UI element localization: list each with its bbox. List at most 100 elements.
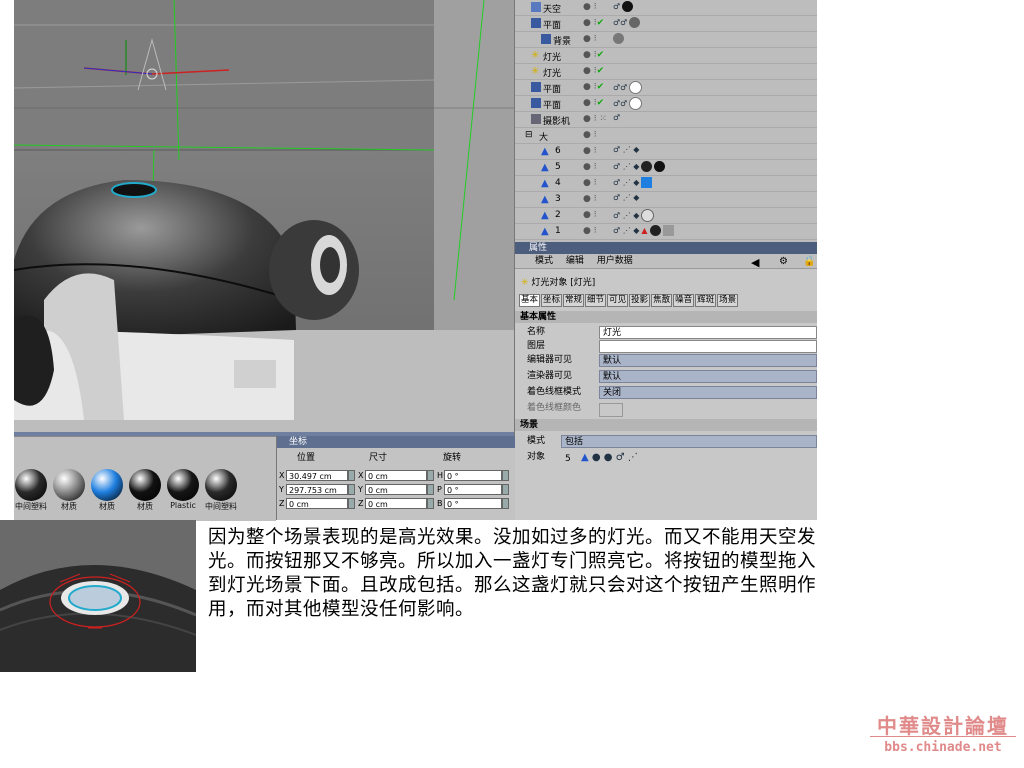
visibility-dots[interactable]: ● ⁝ <box>583 2 597 12</box>
object-list[interactable]: ▲ ● ● ♂ ⋰ <box>581 452 638 463</box>
size-x-field[interactable]: 0 cm <box>365 470 427 481</box>
object-row[interactable]: ✳ 灯光 ● ⁝✔ <box>515 48 817 64</box>
object-row[interactable]: ▲ 1 ● ⁝ ♂ ⋰ ◆ ▲ <box>515 224 817 240</box>
rotation-p-field[interactable]: 0 ° <box>444 484 502 495</box>
back-arrow-icon[interactable]: ◀ <box>751 256 759 269</box>
section-scene: 场景 <box>515 419 817 431</box>
object-name: 平面 <box>543 85 562 95</box>
object-row[interactable]: 背景 ● ⁝ <box>515 32 817 48</box>
attribute-manager[interactable]: 属性 模式 编辑 用户数据 ◀ ⚙ 🔒 ✳ 灯光对象 [灯光] 基本 坐标 常规 细节… <box>514 242 817 520</box>
object-row[interactable]: ✳ 灯光 ● ⁝✔ <box>515 64 817 80</box>
size-z-field[interactable]: 0 cm <box>365 498 427 509</box>
header-size: 尺寸 <box>369 453 388 463</box>
menu-mode[interactable]: 模式 <box>535 256 553 266</box>
attribute-menu: 模式 编辑 用户数据 <box>515 254 817 269</box>
tab-details[interactable]: 细节 <box>585 294 607 307</box>
size-y-field[interactable]: 0 cm <box>365 484 427 495</box>
object-row[interactable]: ▲ 5 ● ⁝ ♂ ⋰ ◆ <box>515 160 817 176</box>
polygon-icon: ▲ <box>541 146 549 157</box>
visibility-dots[interactable]: ● ⁝✔ <box>583 18 604 28</box>
object-row[interactable]: 摄影机 ● ⁝ ⁙ ♂ <box>515 112 817 128</box>
visibility-dots[interactable]: ● ⁝✔ <box>583 66 604 76</box>
visibility-dots[interactable]: ● ⁝ <box>583 130 597 140</box>
material-item[interactable]: 材质 <box>90 469 124 515</box>
object-name: 平面 <box>543 21 562 31</box>
visibility-dots[interactable]: ● ⁝ <box>583 34 597 44</box>
object-row[interactable]: 平面 ● ⁝✔ ♂♂ <box>515 80 817 96</box>
material-item[interactable]: 中间塑料 <box>14 469 48 515</box>
position-z-stepper[interactable] <box>348 498 355 509</box>
object-row[interactable]: 平面 ● ⁝✔ ♂♂ <box>515 96 817 112</box>
wireframe-color-swatch[interactable] <box>599 403 623 417</box>
rotation-h-field[interactable]: 0 ° <box>444 470 502 481</box>
tab-general[interactable]: 常规 <box>563 294 585 307</box>
position-x-stepper[interactable] <box>348 470 355 481</box>
visibility-dots[interactable]: ● ⁝ <box>583 194 597 204</box>
position-z-field[interactable]: 0 cm <box>286 498 348 509</box>
visibility-dots[interactable]: ● ⁝ <box>583 210 597 220</box>
position-x-field[interactable]: 30.497 cm <box>286 470 348 481</box>
material-manager[interactable]: 中间塑料 材质 材质 材质 Plastic 中间塑料 <box>14 436 276 521</box>
size-x-stepper[interactable] <box>427 470 434 481</box>
settings-icon[interactable]: ⚙ <box>779 256 788 267</box>
object-row[interactable]: ▲ 3 ● ⁝ ♂ ⋰ ◆ <box>515 192 817 208</box>
rotation-b-stepper[interactable] <box>502 498 509 509</box>
field-label-wireframe-color: 着色线框颜色 <box>527 403 582 413</box>
mode-dropdown[interactable]: 包括 <box>561 435 817 448</box>
object-manager[interactable]: 天空 ● ⁝ ♂ 平面 ● ⁝✔ ♂♂ 背景 ● ⁝ ✳ 灯光 ● ⁝✔ ✳ 灯… <box>514 0 817 242</box>
tab-caustics[interactable]: 焦散 <box>651 294 673 307</box>
visibility-dots[interactable]: ● ⁝ <box>583 226 597 236</box>
rotation-p-stepper[interactable] <box>502 484 509 495</box>
tab-scene[interactable]: 场景 <box>717 294 739 307</box>
position-y-stepper[interactable] <box>348 484 355 495</box>
object-row[interactable]: 平面 ● ⁝✔ ♂♂ <box>515 16 817 32</box>
object-row[interactable]: 天空 ● ⁝ ♂ <box>515 0 817 16</box>
rotation-b-field[interactable]: 0 ° <box>444 498 502 509</box>
material-item[interactable]: 材质 <box>52 469 86 515</box>
material-item[interactable]: 材质 <box>128 469 162 515</box>
text-line: 光。而按钮那又不够亮。所以加入一盏灯专门照亮它。将按钮的模型拖入 <box>208 551 817 572</box>
name-field[interactable]: 灯光 <box>599 326 817 339</box>
object-type-label: 灯光对象 [灯光] <box>531 278 596 288</box>
material-item[interactable]: 中间塑料 <box>204 469 238 515</box>
3d-viewport[interactable] <box>14 0 514 432</box>
object-row[interactable]: ▲ 6 ● ⁝ ♂ ⋰ ◆ <box>515 144 817 160</box>
polygon-icon: ▲ <box>541 194 549 205</box>
visibility-dots[interactable]: ● ⁝ <box>583 162 597 172</box>
plane-icon <box>531 18 541 28</box>
editor-visible-dropdown[interactable]: 默认 <box>599 354 817 367</box>
object-row[interactable]: ▲ 4 ● ⁝ ♂ ⋰ ◆ <box>515 176 817 192</box>
rotation-h-stepper[interactable] <box>502 470 509 481</box>
lock-icon[interactable]: 🔒 <box>803 256 815 267</box>
wireframe-mode-dropdown[interactable]: 关闭 <box>599 386 817 399</box>
size-z-stepper[interactable] <box>427 498 434 509</box>
object-name: 3 <box>555 194 561 204</box>
material-item[interactable]: Plastic <box>166 469 200 515</box>
visibility-dots[interactable]: ● ⁝✔ <box>583 50 604 60</box>
render-visible-dropdown[interactable]: 默认 <box>599 370 817 383</box>
tab-lens-flare[interactable]: 辉斑 <box>695 294 717 307</box>
tab-shadow[interactable]: 投影 <box>629 294 651 307</box>
object-row[interactable]: ⊟ 大 ● ⁝ <box>515 128 817 144</box>
visibility-dots[interactable]: ● ⁝ <box>583 178 597 188</box>
collapse-icon[interactable]: ⊟ <box>525 130 535 140</box>
visibility-dots[interactable]: ● ⁝✔ <box>583 98 604 108</box>
object-row[interactable]: ▲ 2 ● ⁝ ♂ ⋰ ◆ <box>515 208 817 224</box>
visibility-dots[interactable]: ● ⁝ <box>583 146 597 156</box>
tab-basic[interactable]: 基本 <box>519 294 541 307</box>
tab-visible[interactable]: 可见 <box>607 294 629 307</box>
tab-coordinates[interactable]: 坐标 <box>541 294 563 307</box>
layer-field[interactable] <box>599 340 817 353</box>
coordinate-manager[interactable]: 坐标 位置 尺寸 旋转 X 30.497 cm Y 297.753 cm Z 0… <box>276 436 515 520</box>
visibility-dots[interactable]: ● ⁝✔ <box>583 82 604 92</box>
position-y-field[interactable]: 297.753 cm <box>286 484 348 495</box>
object-name: 平面 <box>543 101 562 111</box>
tab-noise[interactable]: 噪音 <box>673 294 695 307</box>
polygon-icon: ▲ <box>541 226 549 237</box>
visibility-dots[interactable]: ● ⁝ ⁙ <box>583 114 607 124</box>
menu-user-data[interactable]: 用户数据 <box>597 256 633 266</box>
logo-name: 中華設計論壇 <box>877 714 1009 738</box>
size-y-stepper[interactable] <box>427 484 434 495</box>
menu-edit[interactable]: 编辑 <box>566 256 584 266</box>
material-preview <box>53 469 85 501</box>
